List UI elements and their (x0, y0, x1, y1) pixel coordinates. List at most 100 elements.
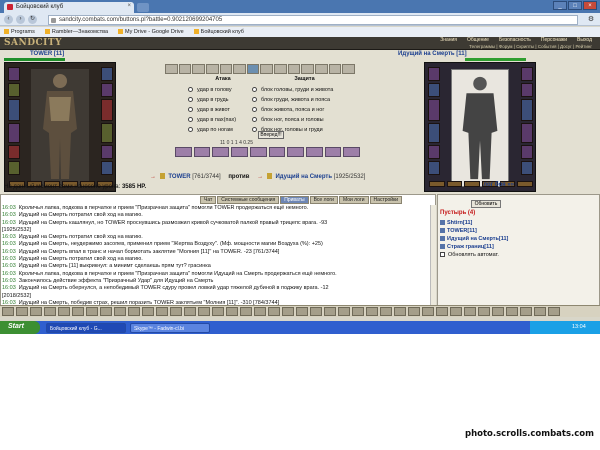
toolbar-icon[interactable] (254, 307, 266, 316)
player-list-item[interactable]: TOWER[11] (440, 227, 508, 235)
action-icon[interactable] (315, 64, 328, 74)
toolbar-icon[interactable] (352, 307, 364, 316)
player-info-icon[interactable] (440, 244, 445, 249)
toolbar-icon[interactable] (478, 307, 490, 316)
chat-tab[interactable]: Приваты (280, 196, 309, 204)
ring-slot[interactable] (464, 181, 481, 187)
radio-icon[interactable] (188, 97, 193, 102)
nav-item[interactable]: Общение (467, 37, 489, 43)
ring-slot[interactable] (517, 181, 534, 187)
toolbar-icon[interactable] (198, 307, 210, 316)
action-icon[interactable] (260, 64, 274, 74)
attack-option[interactable]: удар в пах(пах) (188, 115, 258, 125)
taskbar-item[interactable]: Бойцовский клуб - G... (46, 323, 126, 333)
action-icon[interactable] (328, 64, 342, 74)
attack-option[interactable]: удар в грудь (188, 95, 258, 105)
ring-slot[interactable] (446, 181, 463, 187)
attack-option[interactable]: удар по ногам (188, 125, 258, 135)
toolbar-icon[interactable] (114, 307, 126, 316)
radio-icon[interactable] (188, 117, 193, 122)
refresh-button[interactable]: Обновить (471, 200, 501, 208)
new-tab-button[interactable] (137, 3, 149, 12)
battle-log-link[interactable]: лог боя »» (483, 182, 514, 188)
nav-item[interactable]: Знания (440, 37, 457, 43)
toolbar-icon[interactable] (506, 307, 518, 316)
action-icon[interactable] (192, 64, 205, 74)
toolbar-icon[interactable] (534, 307, 546, 316)
checkbox-icon[interactable] (440, 252, 445, 257)
belt-slot[interactable] (428, 145, 440, 159)
armor-slot[interactable] (8, 123, 20, 143)
toolbar-icon[interactable] (408, 307, 420, 316)
toolbar-icon[interactable] (310, 307, 322, 316)
action-icon[interactable] (301, 64, 315, 74)
player-info-icon[interactable] (440, 236, 445, 241)
toolbar-icon[interactable] (366, 307, 378, 316)
maximize-button[interactable]: □ (568, 1, 582, 10)
player-name[interactable]: TOWER [11] (30, 51, 64, 57)
radio-icon[interactable] (188, 107, 193, 112)
toolbar-icon[interactable] (282, 307, 294, 316)
chat-scrollbar[interactable] (430, 205, 436, 315)
weapon-slot[interactable] (428, 99, 440, 121)
bracer-slot[interactable] (521, 123, 533, 143)
browser-tab[interactable]: Бойцовский клуб × (4, 2, 134, 13)
wrench-menu-icon[interactable]: ⚙ (586, 15, 596, 24)
skill-icon[interactable] (175, 147, 192, 157)
toolbar-icon[interactable] (226, 307, 238, 316)
toolbar-icon[interactable] (128, 307, 140, 316)
helmet-slot[interactable] (428, 67, 440, 81)
toolbar-icon[interactable] (16, 307, 28, 316)
toolbar-icon[interactable] (44, 307, 56, 316)
radio-icon[interactable] (188, 87, 193, 92)
radio-icon[interactable] (252, 127, 257, 132)
skill-icon[interactable] (324, 147, 342, 157)
earring-slot[interactable] (101, 67, 113, 81)
toolbar-icon[interactable] (212, 307, 224, 316)
belt-slot[interactable] (8, 145, 20, 159)
toolbar-icon[interactable] (86, 307, 98, 316)
gloves-slot[interactable] (428, 161, 440, 175)
shield-slot[interactable] (101, 99, 113, 121)
close-window-button[interactable]: × (583, 1, 597, 10)
toolbar-icon[interactable] (296, 307, 308, 316)
leggings-slot[interactable] (521, 145, 533, 159)
action-icon[interactable] (287, 64, 301, 74)
go-button[interactable]: Вперед!!! (258, 131, 284, 139)
radio-icon[interactable] (252, 107, 257, 112)
versus-enemy-name[interactable]: Идущий на Смерть (275, 174, 332, 180)
start-button[interactable]: Start (0, 321, 40, 334)
skill-icon[interactable] (305, 147, 323, 157)
toolbar-icon[interactable] (422, 307, 434, 316)
toolbar-icon[interactable] (30, 307, 42, 316)
action-icon[interactable] (233, 64, 246, 74)
armor-slot[interactable] (428, 123, 440, 143)
action-icon[interactable] (165, 64, 178, 74)
skill-icon[interactable] (287, 147, 304, 157)
toolbar-icon[interactable] (184, 307, 196, 316)
bookmark-item[interactable]: Бойцовский клуб (194, 29, 244, 37)
attack-option[interactable]: удар в живот (188, 105, 258, 115)
bookmark-item[interactable]: Programs (4, 29, 35, 37)
toolbar-icon[interactable] (324, 307, 336, 316)
bookmark-item[interactable]: My Drive - Google Drive (118, 29, 184, 37)
attack-option[interactable]: удар в голову (188, 85, 258, 95)
nav-item[interactable]: Персонажи (541, 37, 567, 43)
chat-tab[interactable]: Чат (200, 196, 217, 204)
toolbar-icon[interactable] (156, 307, 168, 316)
amulet-slot[interactable] (428, 83, 440, 97)
toolbar-icon[interactable] (520, 307, 532, 316)
action-icon[interactable] (274, 64, 287, 74)
boots-slot[interactable] (521, 161, 533, 175)
toolbar-icon[interactable] (268, 307, 280, 316)
skill-icon[interactable] (249, 147, 267, 157)
toolbar-icon[interactable] (240, 307, 252, 316)
shield-slot[interactable] (521, 99, 533, 121)
toolbar-icon[interactable] (464, 307, 476, 316)
defense-option[interactable]: блок головы, груди и живота (252, 85, 357, 95)
skill-icon[interactable] (343, 147, 361, 157)
defense-option[interactable]: блок живота, пояса и ног (252, 105, 357, 115)
forward-arrow-icon[interactable]: › (16, 15, 25, 24)
minimize-button[interactable]: _ (553, 1, 567, 10)
skill-icon[interactable] (231, 147, 248, 157)
